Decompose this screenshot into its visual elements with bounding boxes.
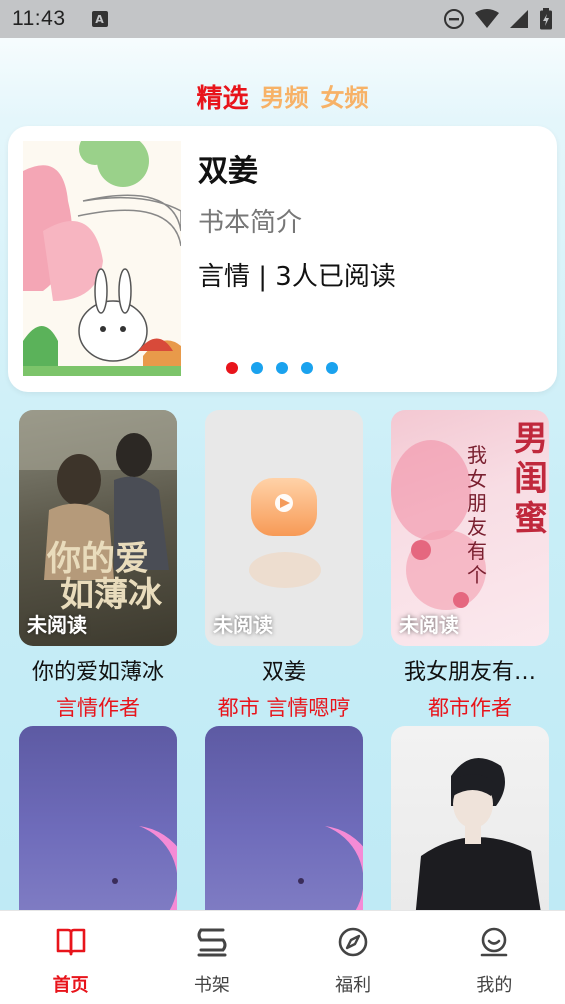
bookshelf-icon [195, 925, 229, 959]
svg-text:闺: 闺 [514, 459, 548, 499]
carousel-dot[interactable] [226, 362, 238, 374]
unread-badge: 未阅读 [399, 613, 459, 637]
carousel-dot[interactable] [301, 362, 313, 374]
bottom-nav: 首页 书架 福利 我的 [0, 910, 565, 1004]
nav-label: 福利 [335, 975, 372, 996]
banner-title: 双姜 [198, 154, 258, 189]
status-bar: 11:43 A [0, 0, 565, 38]
carousel-dot[interactable] [251, 362, 263, 374]
nav-bookshelf[interactable]: 书架 [141, 911, 282, 1004]
nav-label: 我的 [476, 975, 513, 996]
svg-text:你的爱: 你的爱 [46, 539, 149, 579]
signal-icon [510, 10, 528, 28]
battery-icon [540, 8, 552, 30]
svg-text:男: 男 [514, 419, 548, 459]
svg-text:我: 我 [467, 443, 487, 467]
svg-text:朋: 朋 [467, 491, 487, 515]
nav-home[interactable]: 首页 [0, 911, 141, 1004]
book-card[interactable]: 男 闺 蜜 我 女 朋 友 有 个 未阅读 我女朋友有… 都市作者 [391, 410, 549, 722]
category-tabs: 精选 男频 女频 [0, 78, 565, 115]
svg-text:女: 女 [467, 467, 487, 491]
svg-text:蜜: 蜜 [514, 499, 548, 539]
svg-text:有: 有 [467, 539, 487, 563]
nav-welfare[interactable]: 福利 [283, 911, 424, 1004]
book-card[interactable]: 未阅读 双姜 都市 言情嗯哼 [205, 410, 363, 722]
banner-meta: 言情 | 3人已阅读 [198, 262, 396, 292]
book-card[interactable]: 你的爱 如薄冰 未阅读 你的爱如薄冰 言情作者 [19, 410, 177, 722]
banner-cover-image[interactable] [23, 141, 181, 376]
nav-label: 书架 [193, 975, 230, 996]
carousel-indicator[interactable] [226, 362, 338, 374]
book-subtitle: 都市 言情嗯哼 [217, 696, 351, 720]
book-title: 双姜 [261, 660, 306, 685]
tab-featured[interactable]: 精选 [196, 78, 248, 115]
nav-profile[interactable]: 我的 [424, 911, 565, 1004]
book-subtitle: 言情作者 [56, 696, 140, 720]
book-title: 你的爱如薄冰 [31, 660, 164, 685]
wifi-icon [475, 9, 499, 28]
status-icons [443, 8, 553, 30]
book-cover[interactable]: 未阅读 [205, 410, 363, 646]
status-time: 11:43 [12, 7, 66, 30]
carousel-dot[interactable] [276, 362, 288, 374]
svg-text:友: 友 [467, 515, 487, 539]
tab-male[interactable]: 男频 [261, 78, 309, 115]
unread-badge: 未阅读 [213, 613, 273, 637]
book-open-icon [54, 925, 88, 959]
carousel-dot[interactable] [326, 362, 338, 374]
tab-female[interactable]: 女频 [321, 78, 369, 115]
svg-text:个: 个 [467, 563, 487, 587]
notification-icon: A [91, 11, 108, 27]
featured-banner[interactable]: 双姜 书本简介 言情 | 3人已阅读 [8, 126, 557, 392]
unread-badge: 未阅读 [27, 613, 87, 637]
dnd-icon [444, 9, 464, 29]
profile-icon [477, 925, 511, 959]
nav-label: 首页 [52, 975, 89, 996]
banner-intro: 书本简介 [198, 208, 303, 238]
book-title: 我女朋友有… [403, 660, 536, 685]
book-cover[interactable]: 你的爱 如薄冰 未阅读 [19, 410, 177, 646]
compass-icon [336, 925, 370, 959]
book-subtitle: 都市作者 [428, 696, 512, 720]
book-cover[interactable]: 男 闺 蜜 我 女 朋 友 有 个 未阅读 [391, 410, 549, 646]
